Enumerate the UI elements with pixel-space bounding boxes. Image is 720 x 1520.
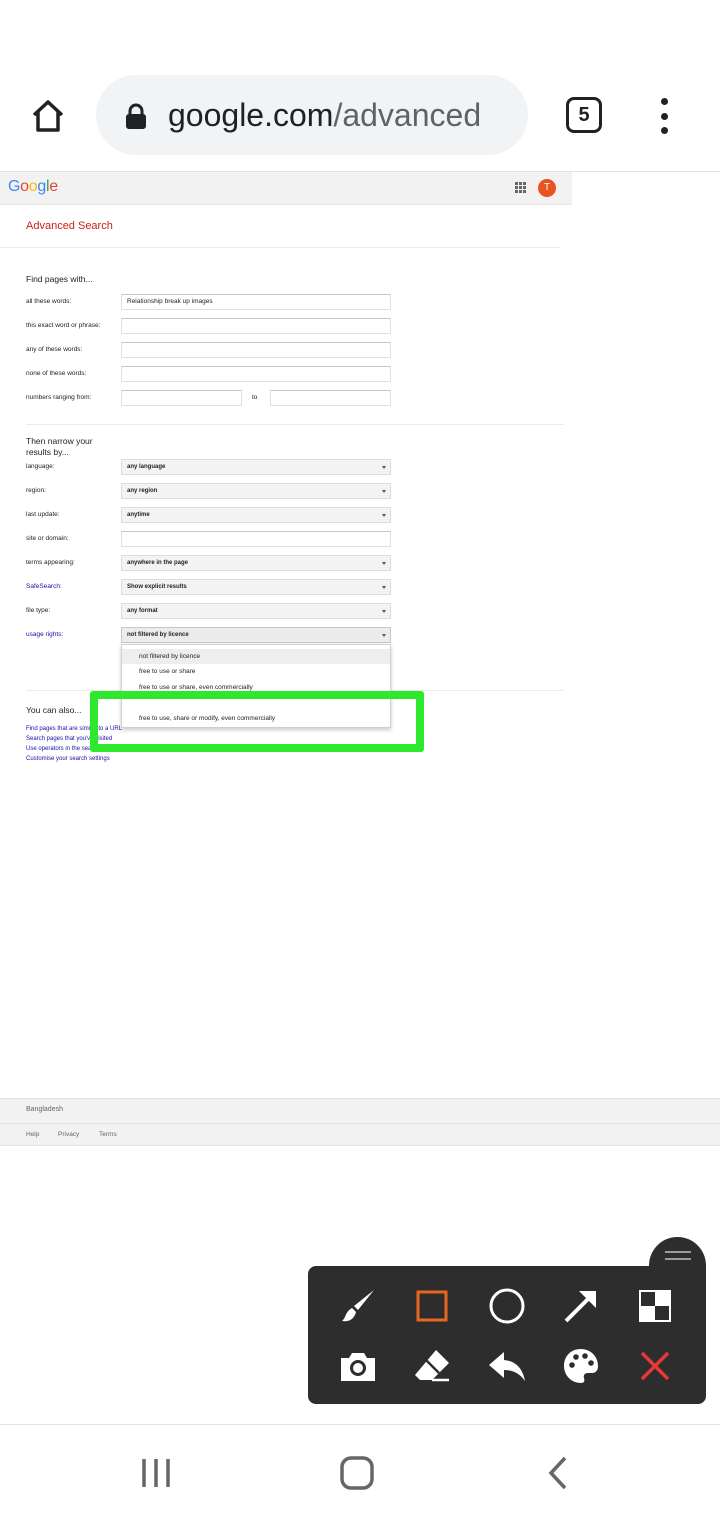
tab-switcher-button[interactable]: 5 [566, 97, 602, 133]
rectangle-icon[interactable] [408, 1282, 456, 1330]
numbers-to-input[interactable] [270, 390, 391, 406]
all-words-label: all these words: [26, 298, 72, 305]
search-settings-link[interactable]: Customise your search settings [26, 756, 110, 762]
dropdown-caret-icon [382, 610, 386, 613]
file-type-label: file type: [26, 607, 51, 614]
region-select[interactable]: any region [121, 483, 391, 499]
numbers-from-input[interactable] [121, 390, 242, 406]
language-select[interactable]: any language [121, 459, 391, 475]
apps-grid-icon[interactable] [515, 182, 526, 193]
undo-icon[interactable] [483, 1342, 531, 1390]
exact-phrase-input[interactable] [121, 318, 391, 334]
camera-icon[interactable] [334, 1342, 382, 1390]
none-words-label: none of these words: [26, 370, 87, 377]
annotation-toolbar [308, 1266, 706, 1404]
numbers-range-label: numbers ranging from: [26, 394, 92, 401]
terms-appearing-label: terms appearing: [26, 559, 75, 566]
google-logo[interactable]: Google [8, 178, 58, 196]
page-footer: Bangladesh Help Privacy Terms [0, 1098, 720, 1146]
find-section-heading: Find pages with... [26, 274, 93, 284]
none-words-input[interactable] [121, 366, 391, 382]
back-nav-icon[interactable] [539, 1453, 579, 1493]
exact-phrase-label: this exact word or phrase: [26, 322, 101, 329]
brush-icon[interactable] [334, 1282, 382, 1330]
address-bar[interactable]: google.com/advanced [96, 75, 528, 155]
arrow-icon[interactable] [557, 1282, 605, 1330]
close-icon[interactable] [631, 1342, 679, 1390]
also-section-heading: You can also... [26, 705, 82, 715]
country-label: Bangladesh [26, 1106, 63, 1113]
palette-icon[interactable] [557, 1342, 605, 1390]
dropdown-caret-icon [382, 490, 386, 493]
logo-letter: o [20, 178, 29, 195]
dropdown-caret-icon [382, 514, 386, 517]
home-icon[interactable] [24, 92, 72, 140]
any-words-label: any of these words: [26, 346, 83, 353]
page-title: Advanced Search [26, 220, 113, 232]
last-update-label: last update: [26, 511, 60, 518]
url-text: google.com/advanced [168, 97, 482, 133]
divider [26, 424, 564, 425]
highlight-rectangle [90, 691, 424, 752]
privacy-link[interactable]: Privacy [58, 1131, 79, 1138]
site-domain-input[interactable] [121, 531, 391, 547]
any-words-input[interactable] [121, 342, 391, 358]
divider [0, 247, 560, 248]
help-link[interactable]: Help [26, 1131, 39, 1138]
overflow-menu-icon[interactable] [650, 96, 678, 136]
browser-toolbar: google.com/advanced 5 [0, 0, 720, 172]
system-nav-bar [0, 1424, 720, 1520]
home-nav-icon[interactable] [337, 1453, 377, 1493]
safesearch-link[interactable]: SafeSearch: [26, 583, 62, 590]
recents-icon[interactable] [136, 1453, 176, 1493]
dropdown-option[interactable]: free to use or share [122, 664, 390, 679]
numbers-to-label: to [252, 394, 258, 401]
site-domain-label: site or domain: [26, 535, 69, 542]
divider [0, 1123, 720, 1124]
logo-letter: e [49, 178, 58, 195]
narrow-section-heading: Then narrow your results by... [26, 436, 93, 457]
usage-rights-link[interactable]: usage rights: [26, 631, 63, 638]
account-avatar[interactable]: T [538, 179, 556, 197]
all-words-input[interactable]: Relationship break up images [121, 294, 391, 310]
circle-icon[interactable] [483, 1282, 531, 1330]
file-type-select[interactable]: any format [121, 603, 391, 619]
mosaic-icon[interactable] [631, 1282, 679, 1330]
eraser-icon[interactable] [408, 1342, 456, 1390]
logo-letter: g [37, 178, 46, 195]
logo-letter: G [8, 178, 21, 195]
dropdown-caret-icon [382, 586, 386, 589]
usage-rights-select[interactable]: not filtered by licence [121, 627, 391, 643]
dropdown-option[interactable]: not filtered by licence [122, 649, 390, 664]
safesearch-select[interactable]: Show explicit results [121, 579, 391, 595]
dropdown-caret-icon [382, 562, 386, 565]
last-update-select[interactable]: anytime [121, 507, 391, 523]
dropdown-caret-icon [382, 466, 386, 469]
lock-icon [126, 103, 146, 129]
google-header: Google T [0, 172, 572, 205]
terms-link[interactable]: Terms [99, 1131, 117, 1138]
language-label: language: [26, 463, 55, 470]
dropdown-caret-icon [382, 634, 386, 637]
terms-appearing-select[interactable]: anywhere in the page [121, 555, 391, 571]
region-label: region: [26, 487, 46, 494]
